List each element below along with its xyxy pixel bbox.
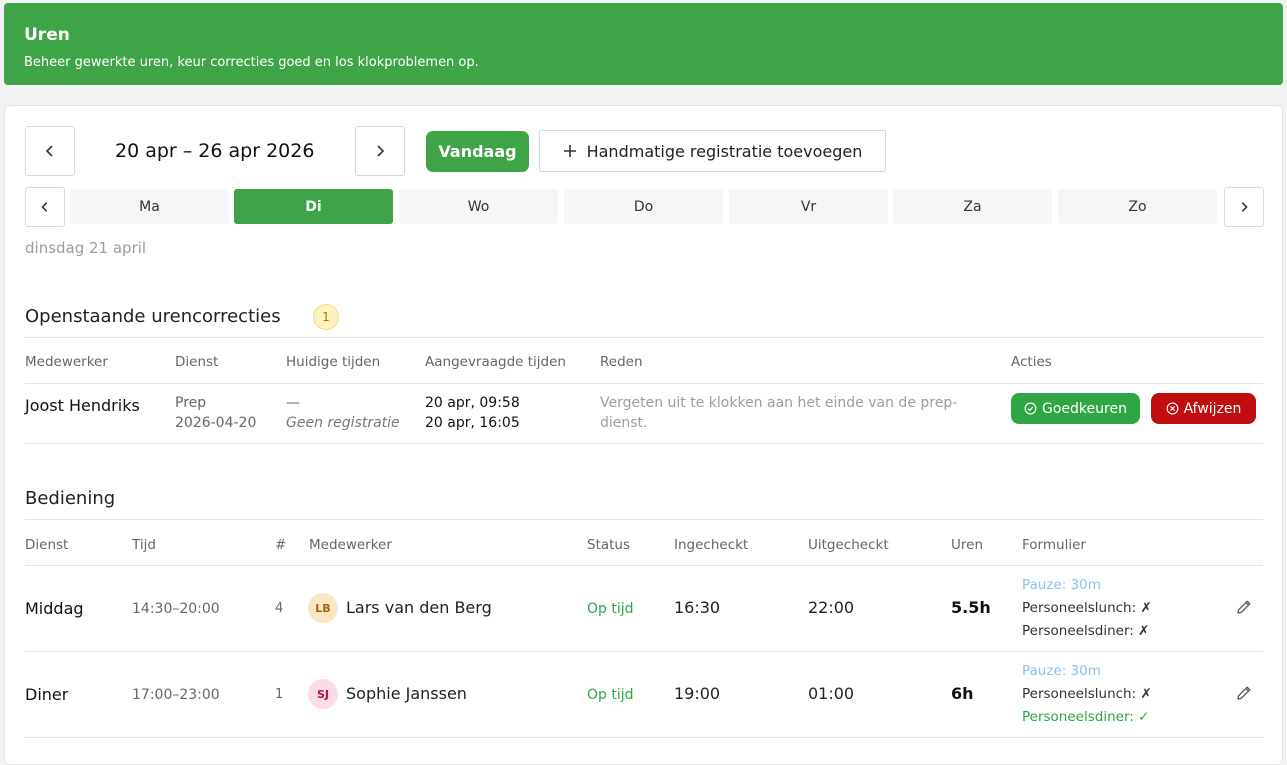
col-header-checked-out: Uitgecheckt xyxy=(808,537,889,553)
col-header-shift: Dienst xyxy=(25,537,69,553)
edit-pencil-icon[interactable] xyxy=(1235,598,1253,616)
correction-current-note: Geen registratie xyxy=(286,415,400,431)
today-button[interactable]: Vandaag xyxy=(426,131,529,172)
day-tab-wo[interactable]: Wo xyxy=(399,189,558,224)
page-header-banner: Uren Beheer gewerkte uren, keur correcti… xyxy=(4,3,1283,85)
day-tab-di[interactable]: Di xyxy=(234,189,393,224)
col-header-status: Status xyxy=(587,537,631,553)
col-header-employee: Medewerker xyxy=(25,354,108,370)
status-badge: Op tijd xyxy=(587,687,634,703)
page-subtitle: Beheer gewerkte uren, keur correcties go… xyxy=(24,55,479,70)
col-header-number: # xyxy=(275,537,287,553)
divider xyxy=(25,519,1263,520)
corrections-title: Openstaande urencorrecties xyxy=(25,306,281,327)
next-week-button[interactable] xyxy=(355,126,405,176)
prev-week-button[interactable] xyxy=(25,126,75,176)
employee-name: Lars van den Berg xyxy=(346,598,492,617)
approve-button[interactable]: Goedkeuren xyxy=(1011,393,1140,424)
selected-date-label: dinsdag 21 april xyxy=(25,239,147,257)
shift-number: 1 xyxy=(275,687,284,702)
shift-name: Middag xyxy=(25,599,84,618)
day-tab-ma[interactable]: Ma xyxy=(70,189,229,224)
col-header-hours: Uren xyxy=(951,537,983,553)
divider xyxy=(25,737,1263,738)
avatar: SJ xyxy=(308,679,338,709)
col-header-actions: Acties xyxy=(1011,354,1052,370)
divider xyxy=(25,337,1263,338)
checked-in-time: 16:30 xyxy=(674,598,721,617)
next-day-button[interactable] xyxy=(1224,187,1264,227)
divider xyxy=(25,443,1263,444)
divider xyxy=(25,383,1263,384)
prev-day-button[interactable] xyxy=(25,187,65,227)
correction-reason-line1: Vergeten uit te klokken aan het einde va… xyxy=(600,395,958,411)
correction-shift-date: 2026-04-20 xyxy=(175,415,257,431)
status-badge: Op tijd xyxy=(587,601,634,617)
col-header-requested-times: Aangevraagde tijden xyxy=(425,354,566,370)
add-manual-registration-label: Handmatige registratie toevoegen xyxy=(586,141,863,161)
avatar: LB xyxy=(308,593,338,623)
reject-button[interactable]: Afwijzen xyxy=(1151,393,1256,424)
shift-time: 17:00–23:00 xyxy=(132,687,220,703)
checked-in-time: 19:00 xyxy=(674,684,721,703)
corrections-count-badge: 1 xyxy=(313,304,339,330)
checked-out-time: 01:00 xyxy=(808,684,855,703)
col-header-time: Tijd xyxy=(132,537,156,553)
divider xyxy=(25,651,1263,652)
hours-card: 20 apr – 26 apr 2026 Vandaag Handmatige … xyxy=(4,105,1283,765)
shift-name: Diner xyxy=(25,685,69,704)
shift-number: 4 xyxy=(275,601,284,616)
day-tab-za[interactable]: Za xyxy=(893,189,1052,224)
divider xyxy=(25,565,1263,566)
week-range-label: 20 apr – 26 apr 2026 xyxy=(115,140,315,162)
chevron-right-icon xyxy=(377,145,385,157)
correction-reason-line2: dienst. xyxy=(600,415,648,431)
chevron-right-icon xyxy=(1241,202,1248,212)
form-staff-dinner: Personeelsdiner: ✓ xyxy=(1022,709,1150,725)
form-staff-dinner: Personeelsdiner: ✗ xyxy=(1022,623,1150,639)
checked-out-time: 22:00 xyxy=(808,598,855,617)
service-title: Bediening xyxy=(25,488,116,509)
check-circle-icon xyxy=(1024,402,1037,415)
plus-icon xyxy=(563,145,576,157)
col-header-checked-in: Ingecheckt xyxy=(674,537,749,553)
col-header-employee: Medewerker xyxy=(309,537,392,553)
correction-requested-in: 20 apr, 09:58 xyxy=(425,395,520,411)
page-title: Uren xyxy=(24,25,70,45)
chevron-left-icon xyxy=(45,145,53,157)
form-staff-lunch: Personeelslunch: ✗ xyxy=(1022,600,1152,616)
approve-label: Goedkeuren xyxy=(1042,400,1127,417)
form-pause: Pauze: 30m xyxy=(1022,577,1101,593)
day-tab-vr[interactable]: Vr xyxy=(729,189,888,224)
add-manual-registration-button[interactable]: Handmatige registratie toevoegen xyxy=(539,130,886,172)
hours-worked: 5.5h xyxy=(951,598,991,617)
chevron-left-icon xyxy=(41,202,48,212)
correction-employee: Joost Hendriks xyxy=(25,396,140,415)
hours-worked: 6h xyxy=(951,684,974,703)
correction-current-dash: — xyxy=(286,395,300,411)
col-header-reason: Reden xyxy=(600,354,643,370)
reject-label: Afwijzen xyxy=(1183,400,1242,417)
day-tab-zo[interactable]: Zo xyxy=(1058,189,1217,224)
day-tab-do[interactable]: Do xyxy=(564,189,723,224)
correction-requested-out: 20 apr, 16:05 xyxy=(425,415,520,431)
form-pause: Pauze: 30m xyxy=(1022,663,1101,679)
x-circle-icon xyxy=(1166,402,1179,415)
col-header-form: Formulier xyxy=(1022,537,1086,553)
employee-name: Sophie Janssen xyxy=(346,684,467,703)
correction-shift: Prep xyxy=(175,395,207,411)
edit-pencil-icon[interactable] xyxy=(1235,684,1253,702)
col-header-shift: Dienst xyxy=(175,354,219,370)
col-header-current-times: Huidige tijden xyxy=(286,354,381,370)
form-staff-lunch: Personeelslunch: ✗ xyxy=(1022,686,1152,702)
shift-time: 14:30–20:00 xyxy=(132,601,220,617)
